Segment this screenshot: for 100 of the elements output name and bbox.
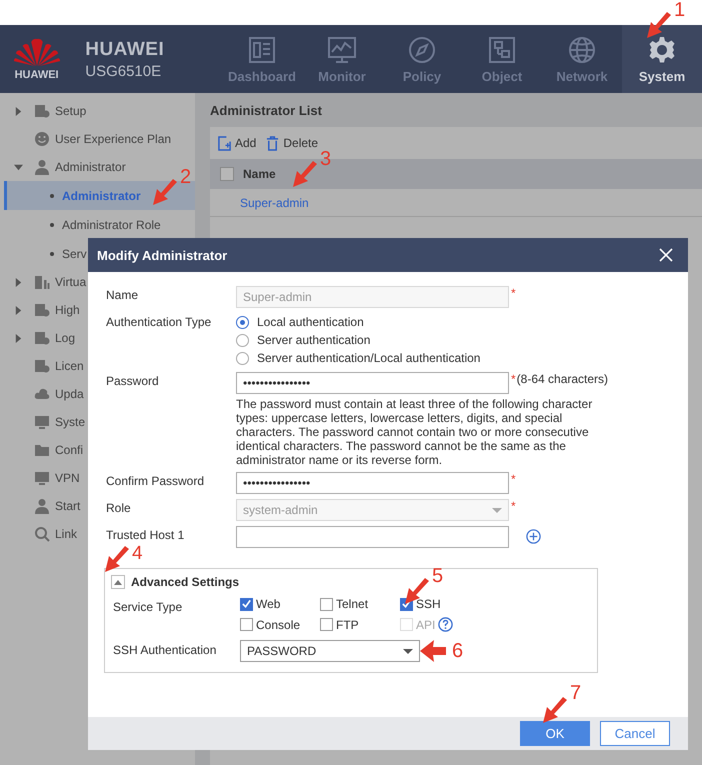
caret-right-icon[interactable] xyxy=(14,334,22,342)
device-model: USG6510E xyxy=(85,62,162,80)
sidebar-item[interactable]: Setup xyxy=(55,104,86,118)
nav-tab[interactable]: Dashboard xyxy=(222,25,302,93)
select-all-checkbox[interactable] xyxy=(220,167,234,181)
checkbox-label: Web xyxy=(256,597,280,611)
boxes-icon xyxy=(487,34,517,64)
field-label: Name xyxy=(106,288,138,302)
checkbox[interactable] xyxy=(240,618,253,631)
sidebar-item[interactable]: Upda xyxy=(55,387,84,401)
sidebar-subitem[interactable]: Administrator Role xyxy=(4,210,195,239)
required-mark: * xyxy=(511,499,516,513)
checkbox-label: API xyxy=(416,618,436,632)
person-icon xyxy=(34,159,50,175)
annotation-arrow xyxy=(540,695,570,725)
globe-icon xyxy=(567,34,597,64)
required-mark: * xyxy=(511,286,516,300)
trash-icon xyxy=(266,136,280,150)
nav-tab[interactable]: Network xyxy=(542,25,622,93)
annotation-arrow xyxy=(644,10,674,40)
folder-icon xyxy=(34,442,50,458)
required-mark: * xyxy=(511,372,516,386)
nav-tab[interactable]: Monitor xyxy=(302,25,382,93)
close-icon[interactable] xyxy=(659,248,673,262)
annotation-arrow xyxy=(150,177,180,207)
gear-icon xyxy=(647,34,677,64)
checkbox[interactable] xyxy=(320,618,333,631)
toolbar-button[interactable]: Delete xyxy=(266,136,318,150)
sidebar-item[interactable]: Start xyxy=(55,499,80,513)
radio-button[interactable] xyxy=(236,316,249,328)
sidebar-item[interactable]: High xyxy=(55,303,80,317)
caret-down-icon[interactable] xyxy=(14,162,22,172)
annotation-arrow xyxy=(102,544,132,574)
required-mark: * xyxy=(511,472,516,486)
page-title: Administrator List xyxy=(209,102,323,120)
column-header: Name xyxy=(243,167,276,181)
ok-button[interactable]: OK xyxy=(520,721,590,746)
bars-icon xyxy=(34,274,50,290)
brand-name: HUAWEI xyxy=(85,38,166,60)
sidebar-item[interactable]: Syste xyxy=(55,415,86,429)
length-note: (8-64 characters) xyxy=(516,372,608,386)
petal-logo-icon xyxy=(12,38,61,66)
sidebar-item[interactable]: Confi xyxy=(55,443,84,457)
callout-number: 5 xyxy=(432,566,444,586)
monitor-icon xyxy=(34,414,50,430)
sidebar-item[interactable]: User Experience Plan xyxy=(55,132,172,146)
checkbox[interactable] xyxy=(240,598,253,610)
add-circle-icon[interactable] xyxy=(526,529,541,544)
caret-right-icon[interactable] xyxy=(14,106,22,116)
cancel-button[interactable]: Cancel xyxy=(600,721,670,746)
radio-button[interactable] xyxy=(236,352,249,364)
compass-icon xyxy=(407,34,437,64)
nav-tab[interactable]: System xyxy=(622,25,702,93)
radio-label: Local authentication xyxy=(257,315,364,329)
radio-label: Server authentication/Local authentication xyxy=(257,351,480,365)
field-label: SSH Authentication xyxy=(112,642,218,659)
input-field[interactable] xyxy=(236,526,509,548)
chart-icon xyxy=(327,34,357,64)
sidebar-item[interactable]: Log xyxy=(55,331,76,345)
input-field[interactable]: •••••••••••••••• xyxy=(236,372,509,394)
section-title: Advanced Settings xyxy=(131,575,240,589)
callout-number: 3 xyxy=(320,149,332,169)
collapse-toggle[interactable] xyxy=(111,575,125,589)
checkbox[interactable] xyxy=(320,598,333,610)
logo-text: HUAWEI xyxy=(14,68,59,80)
magnifier-icon xyxy=(34,526,50,542)
sidebar-item[interactable]: Virtua xyxy=(55,275,86,289)
radio-label: Server authentication xyxy=(257,333,370,347)
callout-number: 1 xyxy=(674,0,686,20)
toolbar-button[interactable]: Add xyxy=(218,136,256,150)
sidebar-item[interactable]: Administrator xyxy=(55,160,126,174)
checkbox-label: FTP xyxy=(336,618,359,632)
nav-tab[interactable]: Object xyxy=(462,25,542,93)
field-label: Trusted Host 1 xyxy=(106,528,184,542)
callout-number: 6 xyxy=(452,641,464,661)
annotation-arrow xyxy=(290,159,320,189)
field-label: Service Type xyxy=(112,599,184,616)
input-field[interactable]: •••••••••••••••• xyxy=(236,472,509,494)
nav-tab[interactable]: Policy xyxy=(382,25,462,93)
add-icon xyxy=(218,136,231,150)
field-label: Confirm Password xyxy=(106,474,204,488)
dialog-title: Modify Administrator xyxy=(97,248,228,262)
ssh-authentication-select[interactable]: PASSWORD xyxy=(240,640,420,662)
admin-name-link[interactable]: Super-admin xyxy=(240,196,309,210)
callout-number: 7 xyxy=(570,683,582,703)
callout-number: 4 xyxy=(132,544,143,564)
field-label: Authentication Type xyxy=(106,315,212,329)
sidebar-item[interactable]: VPN xyxy=(55,471,80,485)
panel-icon xyxy=(247,34,277,64)
checkbox-label: Console xyxy=(256,618,300,632)
sidebar-item[interactable]: Link xyxy=(55,527,78,541)
checkbox-label: SSH xyxy=(416,597,441,611)
caret-right-icon[interactable] xyxy=(14,306,22,314)
person-icon xyxy=(34,498,50,514)
password-hint: The password must contain at least three of the following character types: uppercase letters, lowercase letters, digits, and special characters. The password cannot contain two or more consecutive identical characters. The password cannot be the same as the administrator name or its reverse form. xyxy=(236,397,594,467)
caret-right-icon[interactable] xyxy=(14,278,22,286)
sidebar-item[interactable]: Licen xyxy=(55,359,84,373)
radio-button[interactable] xyxy=(236,334,249,346)
field-label: Password xyxy=(106,374,159,388)
smiley-icon xyxy=(34,131,50,147)
